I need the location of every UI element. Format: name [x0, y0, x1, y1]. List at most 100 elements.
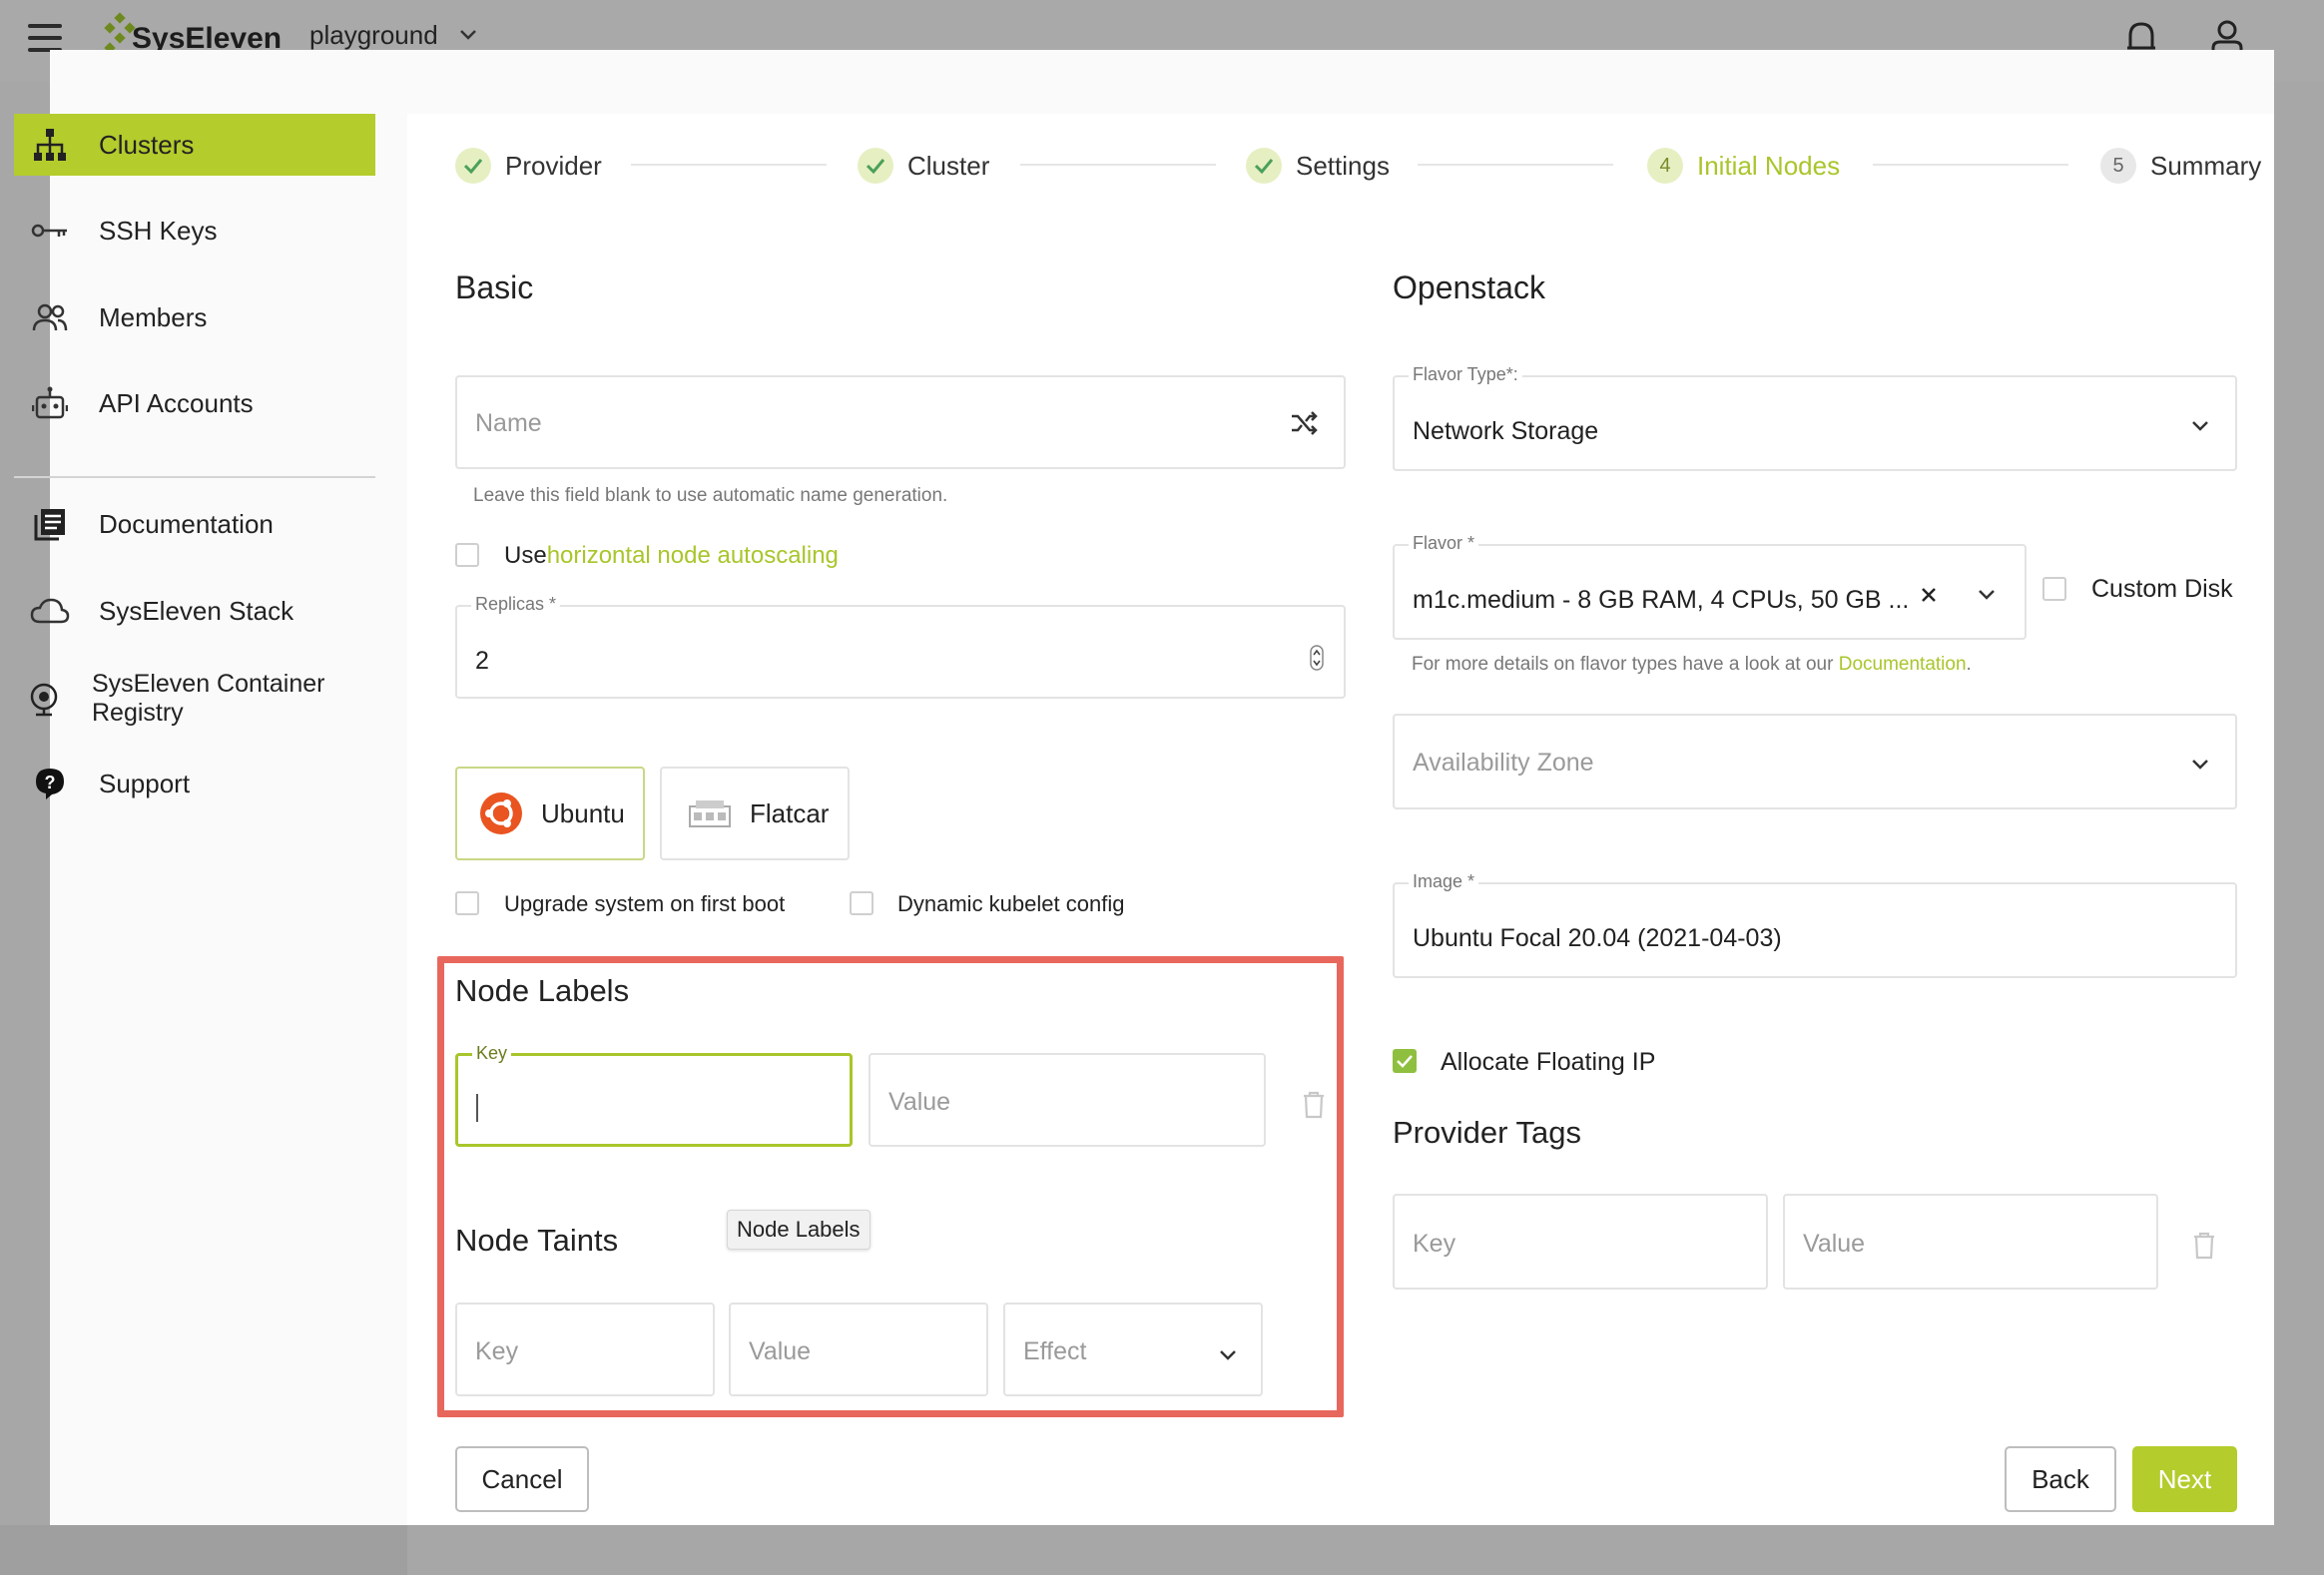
- step-provider[interactable]: Provider: [455, 145, 602, 187]
- flavor-hint-period: .: [1966, 654, 1972, 675]
- trash-icon[interactable]: [2192, 1232, 2216, 1260]
- sidebar-item-support[interactable]: ? Support: [14, 753, 375, 814]
- clear-icon[interactable]: [1920, 586, 1938, 604]
- step-initial-nodes[interactable]: 4 Initial Nodes: [1647, 145, 1840, 187]
- flavor-value: m1c.medium - 8 GB RAM, 4 CPUs, 50 GB ...: [1413, 586, 1910, 614]
- upgrade-label: Upgrade system on first boot: [504, 891, 786, 916]
- next-button[interactable]: Next: [2132, 1446, 2237, 1512]
- step-label: Summary: [2150, 150, 2262, 181]
- name-hint: Leave this field blank to use automatic …: [473, 485, 948, 506]
- autoscaling-link[interactable]: horizontal node autoscaling: [547, 542, 839, 569]
- flavor-label: Flavor *: [1409, 533, 1479, 554]
- ubuntu-button[interactable]: Ubuntu: [455, 767, 645, 860]
- step-label: Initial Nodes: [1697, 150, 1841, 181]
- flavor-type-select[interactable]: Flavor Type*: Network Storage: [1393, 364, 2237, 471]
- sidebar-item-label: Documentation: [99, 509, 274, 539]
- chevron-down-icon: [2192, 760, 2208, 770]
- provider-tags-title: Provider Tags: [1393, 1115, 1581, 1150]
- name-input[interactable]: Name: [455, 375, 1346, 469]
- sidebar-item-syseleven-stack[interactable]: SysEleven Stack: [14, 580, 375, 642]
- help-icon: ?: [30, 764, 70, 803]
- cloud-icon: [30, 591, 70, 631]
- sidebar-item-label: Clusters: [99, 130, 195, 160]
- custom-disk-label: Custom Disk: [2091, 575, 2233, 603]
- chevron-down-icon: [2192, 421, 2208, 431]
- flavor-type-label: Flavor Type*:: [1409, 364, 1522, 385]
- menu-icon[interactable]: [28, 24, 62, 52]
- image-value: Ubuntu Focal 20.04 (2021-04-03): [1413, 924, 1782, 952]
- sidebar-item-label: SSH Keys: [99, 216, 218, 246]
- provider-tag-key-input[interactable]: Key: [1393, 1194, 1768, 1290]
- robot-icon: [30, 383, 70, 423]
- image-input[interactable]: Image * Ubuntu Focal 20.04 (2021-04-03): [1393, 871, 2237, 978]
- flatcar-button[interactable]: Flatcar: [660, 767, 850, 860]
- step-settings[interactable]: Settings: [1246, 145, 1390, 187]
- check-icon: [858, 148, 893, 184]
- flatcar-icon: [689, 800, 731, 827]
- chevron-down-icon: [1979, 590, 1995, 600]
- stepper-arrows-icon[interactable]: [1310, 645, 1324, 671]
- project-selector[interactable]: playground: [309, 20, 438, 51]
- sidebar-item-members[interactable]: Members: [14, 286, 375, 348]
- openstack-title: Openstack: [1393, 269, 1545, 305]
- step-label: Provider: [505, 150, 602, 181]
- sidebar-item-label: SysEleven Stack: [99, 596, 294, 626]
- kubelet-label: Dynamic kubelet config: [897, 891, 1125, 916]
- provider-tag-key-placeholder: Key: [1413, 1230, 1456, 1258]
- check-icon: [1397, 1055, 1413, 1068]
- check-icon: [1246, 148, 1282, 184]
- sidebar-item-label: Support: [99, 769, 191, 798]
- provider-tag-value-input[interactable]: Value: [1783, 1194, 2158, 1290]
- step-summary[interactable]: 5 Summary: [2100, 145, 2261, 187]
- replicas-input[interactable]: Replicas * 2: [455, 594, 1346, 699]
- sidebar-item-ssh-keys[interactable]: SSH Keys: [14, 200, 375, 262]
- cancel-button[interactable]: Cancel: [455, 1446, 589, 1512]
- svg-text:?: ?: [45, 773, 56, 792]
- flatcar-label: Flatcar: [750, 797, 830, 828]
- name-placeholder: Name: [475, 409, 542, 437]
- autoscaling-label: Usehorizontal node autoscaling: [504, 542, 839, 570]
- replicas-value: 2: [475, 647, 489, 675]
- flavor-hint: For more details on flavor types have a …: [1412, 654, 1972, 676]
- custom-disk-checkbox[interactable]: [2042, 577, 2066, 601]
- flavor-hint-text: For more details on flavor types have a …: [1412, 654, 1839, 675]
- back-button[interactable]: Back: [2005, 1446, 2116, 1512]
- step-label: Settings: [1296, 150, 1390, 181]
- sidebar-item-clusters[interactable]: Clusters: [14, 114, 375, 176]
- floating-ip-label: Allocate Floating IP: [1441, 1048, 1656, 1076]
- replicas-label: Replicas *: [471, 594, 561, 615]
- basic-title: Basic: [455, 269, 534, 305]
- autoscaling-checkbox[interactable]: [455, 543, 479, 567]
- step-connector: [1418, 164, 1613, 166]
- step-connector: [1020, 164, 1216, 166]
- sidebar-item-documentation[interactable]: Documentation: [14, 493, 375, 555]
- step-connector: [631, 164, 827, 166]
- upgrade-checkbox[interactable]: [455, 891, 479, 915]
- sidebar-item-label: SysEleven Container Registry: [92, 670, 325, 727]
- highlight-box: [437, 956, 1344, 1417]
- members-icon: [30, 297, 70, 337]
- floating-ip-checkbox[interactable]: [1393, 1049, 1417, 1073]
- sidebar-backdrop: [0, 1525, 407, 1575]
- step-number: 5: [2100, 148, 2136, 184]
- provider-tag-value-placeholder: Value: [1803, 1230, 1866, 1258]
- availability-zone-select[interactable]: Availability Zone: [1393, 714, 2237, 809]
- registry-icon: [24, 679, 64, 719]
- flavor-type-value: Network Storage: [1413, 417, 1599, 445]
- documentation-link[interactable]: Documentation: [1839, 654, 1967, 675]
- step-label: Cluster: [907, 150, 990, 181]
- flavor-select[interactable]: Flavor * m1c.medium - 8 GB RAM, 4 CPUs, …: [1393, 533, 2027, 640]
- sidebar-item-label: API Accounts: [99, 388, 254, 418]
- sidebar-item-container-registry[interactable]: SysEleven Container Registry: [14, 667, 375, 731]
- chevron-down-icon[interactable]: [457, 24, 479, 46]
- kubelet-checkbox[interactable]: [850, 891, 873, 915]
- shuffle-icon[interactable]: [1290, 409, 1318, 437]
- sidebar-item-api-accounts[interactable]: API Accounts: [14, 372, 375, 434]
- sidebar-item-label: Members: [99, 302, 208, 332]
- step-number: 4: [1647, 148, 1683, 184]
- sitemap-icon: [30, 125, 70, 165]
- availability-zone-placeholder: Availability Zone: [1413, 749, 1594, 777]
- autoscaling-prefix: Use: [504, 542, 547, 569]
- step-cluster[interactable]: Cluster: [858, 145, 989, 187]
- step-connector: [1873, 164, 2068, 166]
